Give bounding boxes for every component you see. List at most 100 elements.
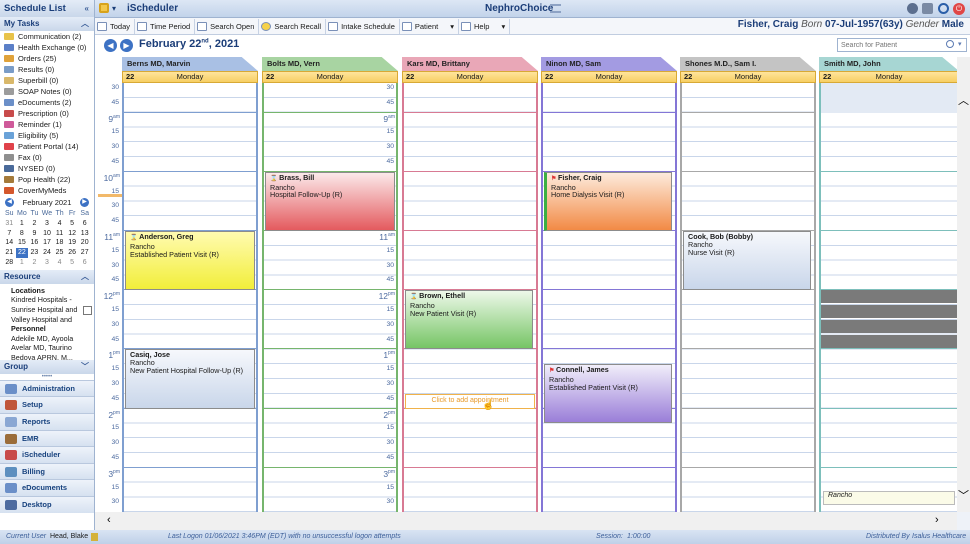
checkbox[interactable] xyxy=(83,305,92,315)
calendar-day[interactable]: 9 xyxy=(28,229,41,239)
calendar-day[interactable]: 5 xyxy=(66,219,79,229)
toolbar-time-period-button[interactable]: Time Period xyxy=(135,18,196,34)
calendar-day[interactable]: 4 xyxy=(53,219,66,229)
toolbar-search-open-button[interactable]: Search Open xyxy=(195,18,260,34)
scroll-left-icon[interactable]: ‹ xyxy=(107,514,111,526)
calendar-day[interactable]: 31 xyxy=(3,219,16,229)
task-item[interactable]: eDocuments (2) xyxy=(0,97,94,108)
calendar-day[interactable]: 13 xyxy=(78,229,91,239)
power-icon[interactable]: ⏻ xyxy=(953,3,965,15)
task-item[interactable]: CoverMyMeds xyxy=(0,185,94,196)
calendar-day[interactable]: 17 xyxy=(41,238,54,248)
appointment[interactable]: ⌛ Brass, Bill Rancho Hospital Follow-Up (R… xyxy=(265,171,395,231)
calendar-day[interactable]: 16 xyxy=(28,238,41,248)
provider-tab[interactable]: Smith MD, John xyxy=(819,57,957,71)
group-header[interactable]: Group ﹀ xyxy=(0,359,94,374)
nav-ischeduler[interactable]: iScheduler xyxy=(0,446,94,463)
appointment[interactable]: ⚑ Connell, James Rancho Established Patien… xyxy=(544,364,672,424)
personnel-item[interactable]: Adekile MD, Ayoola xyxy=(11,334,91,344)
calendar-day[interactable]: 25 xyxy=(53,248,66,258)
prev-month-icon[interactable]: ◀ xyxy=(5,198,14,207)
collapse-left-icon[interactable]: « xyxy=(85,0,89,17)
calendar-day[interactable]: 1 xyxy=(16,258,29,268)
dropdown-caret-icon[interactable]: ▾ xyxy=(450,22,454,31)
calendar-day[interactable]: 19 xyxy=(66,238,79,248)
calendar-day[interactable]: 23 xyxy=(28,248,41,258)
task-item[interactable]: Fax (0) xyxy=(0,152,94,163)
provider-tab[interactable]: Ninon MD, Sam xyxy=(541,57,677,71)
add-appointment-slot[interactable]: Click to add appointment xyxy=(405,393,535,409)
resource-header[interactable]: Resource ︿ xyxy=(0,269,94,284)
personnel-item[interactable]: Bedoya APRN, M... xyxy=(11,353,91,360)
calendar-day[interactable]: 10 xyxy=(41,229,54,239)
provider-tab[interactable]: Kars MD, Brittany xyxy=(402,57,538,71)
nav-setup[interactable]: Setup xyxy=(0,396,94,413)
binoculars-icon[interactable] xyxy=(907,3,918,14)
toolbar-help-button[interactable]: Help ▾ xyxy=(459,18,511,34)
column-body[interactable]: ⌛ Brown, Ethell Rancho New Patient Visit (… xyxy=(402,83,538,512)
task-item[interactable]: Results (0) xyxy=(0,64,94,75)
scroll-right-icon[interactable]: › xyxy=(935,514,939,526)
column-body[interactable]: ⚑ Fisher, Craig Rancho Home Dialysis Visit… xyxy=(541,83,677,512)
toolbar-today-button[interactable]: Today xyxy=(95,18,136,34)
task-item[interactable]: Superbill (0) xyxy=(0,75,94,86)
calendar-day[interactable]: 3 xyxy=(41,258,54,268)
scroll-down-icon[interactable]: ﹀ xyxy=(958,487,969,503)
toolbar-patient-button[interactable]: Patient ▾ xyxy=(400,18,459,34)
nav-reports[interactable]: Reports xyxy=(0,412,94,430)
location-item[interactable]: Valley Hospital and xyxy=(11,315,91,325)
lock-icon[interactable] xyxy=(99,3,109,13)
calendar-day[interactable]: 3 xyxy=(41,219,54,229)
toolbar-intake-schedule-button[interactable]: Intake Schedule xyxy=(326,18,400,34)
next-day-icon[interactable]: ▶ xyxy=(120,39,133,52)
task-item[interactable]: Prescription (0) xyxy=(0,108,94,119)
calendar-day[interactable]: 6 xyxy=(78,258,91,268)
appointment[interactable]: ⚑ Fisher, Craig Rancho Home Dialysis Visit… xyxy=(544,171,672,231)
partial-appointment[interactable]: Rancho xyxy=(823,491,955,506)
calendar-day[interactable]: 26 xyxy=(66,248,79,258)
scroll-up-icon[interactable]: ︿ xyxy=(958,92,969,108)
my-tasks-header[interactable]: My Tasks ︿ xyxy=(0,17,94,31)
calendar-day[interactable]: 1 xyxy=(16,219,29,229)
task-item[interactable]: SOAP Notes (0) xyxy=(0,86,94,97)
calendar-day[interactable]: 8 xyxy=(16,229,29,239)
user-info-icon[interactable] xyxy=(91,533,98,541)
chevron-down-icon[interactable]: ﹀ xyxy=(81,360,89,374)
menu-icon[interactable] xyxy=(550,4,561,13)
vertical-scrollbar[interactable]: ︿ ﹀ xyxy=(957,57,970,512)
chevron-up-icon[interactable]: ︿ xyxy=(81,17,89,31)
chevron-up-icon[interactable]: ︿ xyxy=(81,270,89,284)
nav-billing[interactable]: Billing xyxy=(0,462,94,480)
headset-icon[interactable] xyxy=(938,3,949,14)
task-item[interactable]: Eligibility (5) xyxy=(0,130,94,141)
nav-emr[interactable]: EMR xyxy=(0,429,94,447)
calendar-day[interactable]: 4 xyxy=(53,258,66,268)
task-item[interactable]: Health Exchange (0) xyxy=(0,42,94,53)
calendar-day[interactable]: 24 xyxy=(41,248,54,258)
patient-search-input[interactable] xyxy=(838,39,942,51)
task-item[interactable]: Reminder (1) xyxy=(0,119,94,130)
calendar-day[interactable]: 28 xyxy=(3,258,16,268)
next-month-icon[interactable]: ▶ xyxy=(80,198,89,207)
task-item[interactable]: Pop Health (22) xyxy=(0,174,94,185)
calendar-day[interactable]: 27 xyxy=(78,248,91,258)
column-body[interactable]: ⌛ Anderson, Greg Rancho Established Patien… xyxy=(122,83,258,512)
search-dropdown-icon[interactable]: ▾ xyxy=(958,40,962,48)
calendar-day[interactable]: 2 xyxy=(28,219,41,229)
appointment[interactable]: ⌛ Brown, Ethell Rancho New Patient Visit (… xyxy=(405,290,533,350)
prev-day-icon[interactable]: ◀ xyxy=(104,39,117,52)
horizontal-scrollbar[interactable]: ‹ › xyxy=(95,512,957,530)
provider-tab[interactable]: Berns MD, Marvin xyxy=(122,57,258,71)
personnel-item[interactable]: Avelar MD, Taurino xyxy=(11,343,91,353)
nav-edocuments[interactable]: eDocuments xyxy=(0,479,94,496)
calendar-day[interactable]: 11 xyxy=(53,229,66,239)
task-item[interactable]: Orders (25) xyxy=(0,53,94,64)
search-icon[interactable] xyxy=(946,40,954,48)
provider-tab[interactable]: Shones M.D., Sam I. xyxy=(680,57,816,71)
appointment[interactable]: Casiq, Jose Rancho New Patient Hospital Fo… xyxy=(125,349,255,409)
calendar-day[interactable]: 7 xyxy=(3,229,16,239)
appointment[interactable]: Cook, Bob (Bobby) Rancho Nurse Visit (R) xyxy=(683,231,811,291)
calendar-day[interactable]: 6 xyxy=(78,219,91,229)
appointment[interactable]: ⌛ Anderson, Greg Rancho Established Patien… xyxy=(125,231,255,291)
provider-tab[interactable]: Bolts MD, Vern xyxy=(262,57,398,71)
